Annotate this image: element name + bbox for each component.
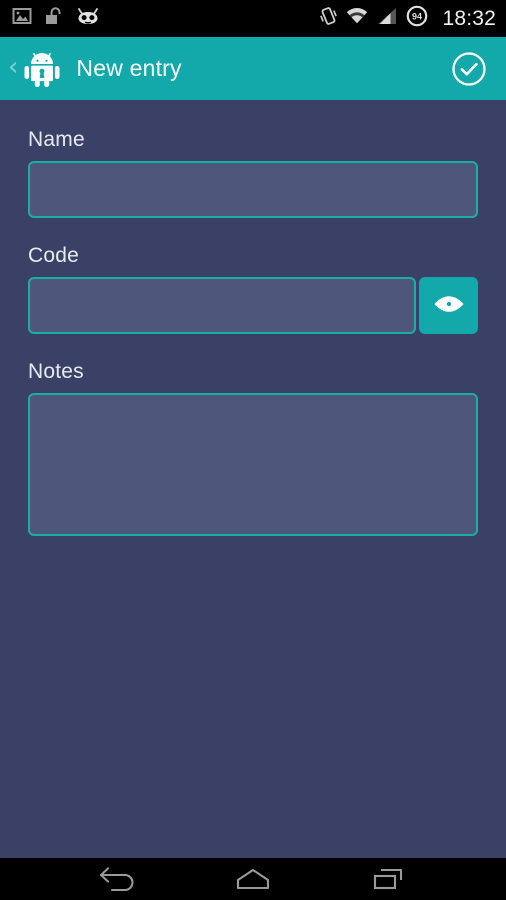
vibrate-icon — [320, 6, 338, 31]
page-title: New entry — [76, 55, 182, 81]
cellular-signal-icon — [377, 7, 397, 30]
home-icon[interactable] — [218, 858, 288, 900]
wifi-icon — [346, 7, 368, 30]
gallery-image-icon — [12, 6, 32, 31]
battery-level-text: 94 — [412, 12, 422, 22]
notes-input[interactable] — [28, 393, 478, 536]
android-lock-robot-icon — [22, 49, 62, 89]
android-nav-bar — [0, 858, 506, 900]
eye-icon — [432, 293, 466, 318]
name-input[interactable] — [28, 161, 478, 218]
status-bar-left-icons — [12, 6, 100, 31]
circled-checkmark-icon[interactable] — [450, 50, 488, 88]
code-label: Code — [28, 244, 80, 267]
name-label: Name — [28, 128, 85, 151]
code-row — [28, 277, 478, 334]
status-bar-right-icons: 94 18:32 — [320, 5, 496, 32]
reveal-code-button[interactable] — [419, 277, 478, 334]
back-arrow-icon[interactable] — [83, 858, 153, 900]
unlocked-padlock-icon — [45, 6, 63, 31]
battery-icon: 94 — [406, 5, 428, 32]
notes-label: Notes — [28, 360, 84, 383]
status-bar: 94 18:32 — [0, 0, 506, 37]
cyanogenmod-cid-icon — [76, 6, 100, 31]
form-content: Name Code Notes — [0, 100, 506, 858]
recent-apps-icon[interactable] — [353, 858, 423, 900]
field-group-name: Name — [28, 128, 478, 218]
back-chevron-icon[interactable]: ‹ — [4, 54, 22, 83]
code-input[interactable] — [28, 277, 416, 334]
status-bar-clock: 18:32 — [442, 7, 496, 30]
field-group-code: Code — [28, 244, 478, 334]
phone-screen: 94 18:32 ‹ New entry Name Code Notes — [0, 0, 506, 900]
field-group-notes: Notes — [28, 360, 478, 541]
action-bar: ‹ New entry — [0, 37, 506, 100]
